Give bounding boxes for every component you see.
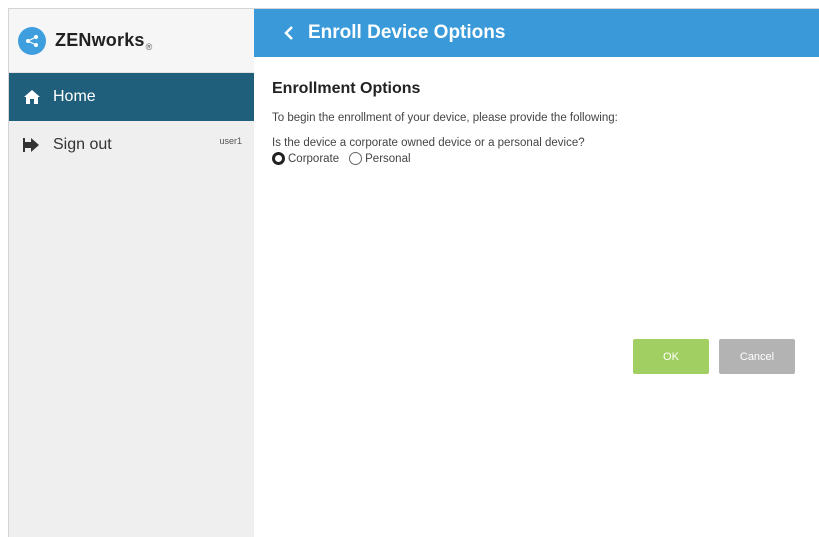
sidebar-item-label: Home bbox=[53, 88, 96, 105]
sidebar-item-label: Sign out bbox=[53, 136, 112, 153]
radio-personal[interactable]: Personal bbox=[349, 152, 411, 165]
radio-corporate-indicator[interactable] bbox=[272, 152, 285, 165]
page-title: Enroll Device Options bbox=[308, 22, 506, 43]
sidebar: ZENworks® Home Sign out user1 bbox=[9, 9, 254, 537]
page-header: Enroll Device Options bbox=[254, 9, 819, 57]
radio-personal-indicator[interactable] bbox=[349, 152, 363, 165]
radio-personal-label: Personal bbox=[365, 152, 411, 165]
sign-out-icon bbox=[21, 136, 43, 154]
sidebar-item-home[interactable]: Home bbox=[9, 73, 254, 121]
radio-corporate-label: Corporate bbox=[288, 152, 340, 165]
ownership-radio-group: Corporate Personal bbox=[272, 152, 819, 165]
main-panel: Enroll Device Options Enrollment Options… bbox=[254, 9, 819, 537]
ok-button[interactable]: OK bbox=[633, 339, 709, 374]
brand-reg-mark: ® bbox=[145, 41, 153, 52]
cancel-button[interactable]: Cancel bbox=[719, 339, 795, 374]
section-title: Enrollment Options bbox=[272, 80, 421, 97]
chevron-left-icon[interactable] bbox=[284, 24, 298, 42]
radio-corporate[interactable]: Corporate bbox=[272, 152, 339, 165]
brand: ZENworks® bbox=[9, 9, 254, 73]
ownership-question: Is the device a corporate owned device o… bbox=[272, 137, 585, 149]
home-icon bbox=[21, 88, 43, 106]
brand-name: ZENworks® bbox=[55, 29, 153, 52]
zenworks-logo-icon bbox=[18, 26, 46, 55]
sidebar-item-sign-out[interactable]: Sign out user1 bbox=[9, 121, 254, 169]
current-user: user1 bbox=[219, 136, 242, 146]
enrollment-form: Enrollment Options To begin the enrollme… bbox=[254, 57, 819, 165]
app-frame: ZENworks® Home Sign out user1 Enroll Dev… bbox=[8, 8, 819, 537]
intro-text: To begin the enrollment of your device, … bbox=[272, 112, 618, 124]
